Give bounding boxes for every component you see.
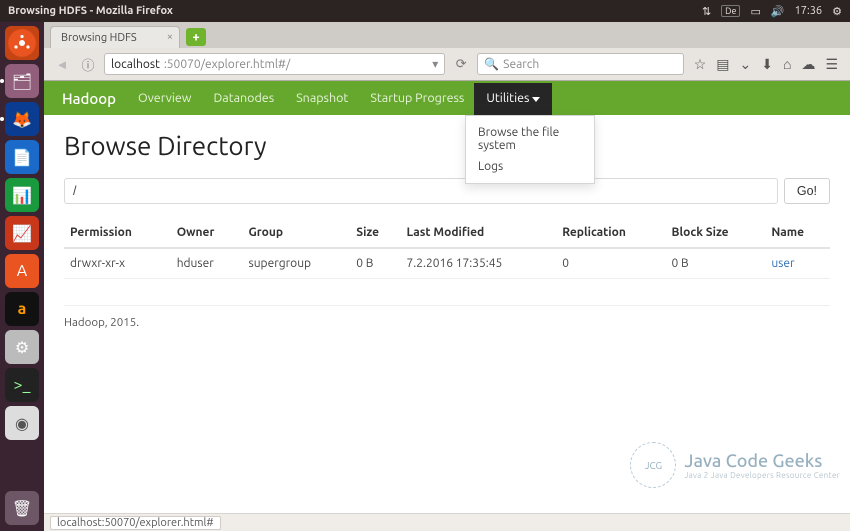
col-owner: Owner <box>171 218 243 248</box>
entry-link-user[interactable]: user <box>771 257 794 270</box>
statusbar: localhost:50070/explorer.html# <box>44 513 850 531</box>
col-permission: Permission <box>64 218 171 248</box>
software-center-icon[interactable]: A <box>5 254 39 288</box>
url-bar[interactable]: localhost :50070/explorer.html#/ ▾ <box>104 53 445 75</box>
col-last-modified: Last Modified <box>401 218 557 248</box>
bookmark-star-icon[interactable]: ☆ <box>694 56 707 73</box>
network-icon[interactable]: ⇅ <box>702 5 711 18</box>
battery-icon[interactable]: ▭ <box>750 5 760 18</box>
page-title: Browse Directory <box>64 131 830 160</box>
browser-tab[interactable]: Browsing HDFS × <box>50 26 180 48</box>
watermark: JCG Java Code Geeks Java 2 Java Develope… <box>630 442 840 488</box>
hadoop-navbar: Hadoop Overview Datanodes Snapshot Start… <box>44 81 850 115</box>
calc-icon[interactable]: 📊 <box>5 178 39 212</box>
nav-startup-progress[interactable]: Startup Progress <box>370 91 464 105</box>
cell-size: 0 B <box>350 248 400 279</box>
cell-group: supergroup <box>243 248 351 279</box>
nav-overview[interactable]: Overview <box>138 91 191 105</box>
dropdown-marker-icon[interactable]: ▾ <box>432 57 438 71</box>
nav-utilities-label: Utilities <box>486 91 529 105</box>
firefox-icon[interactable]: 🦊 <box>5 102 39 136</box>
sound-icon[interactable]: 🔊 <box>771 5 785 18</box>
status-hover-url: localhost:50070/explorer.html# <box>50 516 221 530</box>
reader-icon[interactable]: ▤ <box>716 56 729 73</box>
url-host: localhost <box>111 58 160 71</box>
col-block-size: Block Size <box>666 218 766 248</box>
dropdown-browse-fs[interactable]: Browse the file system <box>466 122 594 156</box>
unity-launcher: 🗂 🦊 📄 📊 📈 A a ⚙ >_ ◉ 🗑 <box>0 22 44 531</box>
settings-icon[interactable]: ⚙ <box>5 330 39 364</box>
browser-chrome: Browsing HDFS × + ◄ ⓘ localhost :50070/ex… <box>44 22 850 81</box>
window-title: Browsing HDFS - Mozilla Firefox <box>8 5 173 17</box>
watermark-logo: JCG <box>630 442 676 488</box>
clock[interactable]: 17:36 <box>795 5 823 17</box>
dropdown-logs[interactable]: Logs <box>466 156 594 177</box>
cell-owner: hduser <box>171 248 243 279</box>
cell-replication: 0 <box>556 248 665 279</box>
home-icon[interactable]: ⌂ <box>783 56 791 73</box>
toolbar: ◄ ⓘ localhost:50070/explorer.html#/ ▾ ⟳ … <box>44 48 850 80</box>
cell-blocksize: 0 B <box>666 248 766 279</box>
keyboard-indicator[interactable]: De <box>721 5 740 17</box>
back-button: ◄ <box>52 54 72 74</box>
path-row: Go! <box>64 178 830 204</box>
disc-icon[interactable]: ◉ <box>5 406 39 440</box>
footer-note: Hadoop, 2015. <box>64 305 830 329</box>
table-row: drwxr-xr-x hduser supergroup 0 B 7.2.201… <box>64 248 830 279</box>
col-group: Group <box>243 218 351 248</box>
terminal-icon[interactable]: >_ <box>5 368 39 402</box>
tabstrip: Browsing HDFS × + <box>44 22 850 48</box>
close-icon[interactable]: × <box>167 31 173 43</box>
url-path: :50070/explorer.html#/ <box>164 58 290 71</box>
brand[interactable]: Hadoop <box>62 90 116 107</box>
amazon-icon[interactable]: a <box>5 292 39 326</box>
impress-icon[interactable]: 📈 <box>5 216 39 250</box>
col-replication: Replication <box>556 218 665 248</box>
chat-icon[interactable]: ☁ <box>801 56 815 73</box>
chevron-down-icon <box>532 97 540 102</box>
cell-name: user <box>765 248 830 279</box>
trash-icon[interactable]: 🗑 <box>5 491 39 525</box>
files-icon[interactable]: 🗂 <box>5 64 39 98</box>
panel-indicators: ⇅ De ▭ 🔊 17:36 ⚙ <box>702 5 842 18</box>
table-header-row: Permission Owner Group Size Last Modifie… <box>64 218 830 248</box>
utilities-dropdown: Browse the file system Logs <box>465 115 595 184</box>
search-placeholder: Search <box>503 58 539 71</box>
watermark-text: Java Code Geeks Java 2 Java Developers R… <box>684 451 840 480</box>
reload-button[interactable]: ⟳ <box>451 54 471 74</box>
toolbar-icons: ☆ ▤ ⌄ ⬇ ⌂ ☁ ☰ <box>690 56 842 73</box>
pocket-icon[interactable]: ⌄ <box>740 56 752 73</box>
nav-datanodes[interactable]: Datanodes <box>213 91 274 105</box>
gear-icon[interactable]: ⚙ <box>832 5 842 18</box>
writer-icon[interactable]: 📄 <box>5 140 39 174</box>
page-viewport: Hadoop Overview Datanodes Snapshot Start… <box>44 81 850 514</box>
watermark-line1: Java Code Geeks <box>684 451 840 471</box>
nav-snapshot[interactable]: Snapshot <box>296 91 348 105</box>
tab-title: Browsing HDFS <box>61 32 137 44</box>
watermark-line2: Java 2 Java Developers Resource Center <box>684 471 840 480</box>
col-size: Size <box>350 218 400 248</box>
path-input[interactable] <box>64 178 778 204</box>
content: Browse Directory Go! Permission Owner Gr… <box>44 115 850 345</box>
col-name: Name <box>765 218 830 248</box>
ubuntu-top-panel: Browsing HDFS - Mozilla Firefox ⇅ De ▭ 🔊… <box>0 0 850 22</box>
nav-utilities[interactable]: Utilities <box>486 91 540 105</box>
new-tab-button[interactable]: + <box>186 28 206 46</box>
downloads-icon[interactable]: ⬇ <box>761 56 773 73</box>
search-bar[interactable]: 🔍 Search <box>477 53 683 75</box>
identity-icon[interactable]: ⓘ <box>78 54 98 74</box>
cell-permission: drwxr-xr-x <box>64 248 171 279</box>
go-button[interactable]: Go! <box>784 178 830 204</box>
search-icon: 🔍 <box>484 57 499 71</box>
directory-table: Permission Owner Group Size Last Modifie… <box>64 218 830 279</box>
dash-icon[interactable] <box>5 26 39 60</box>
cell-modified: 7.2.2016 17:35:45 <box>401 248 557 279</box>
menu-icon[interactable]: ☰ <box>825 56 838 73</box>
